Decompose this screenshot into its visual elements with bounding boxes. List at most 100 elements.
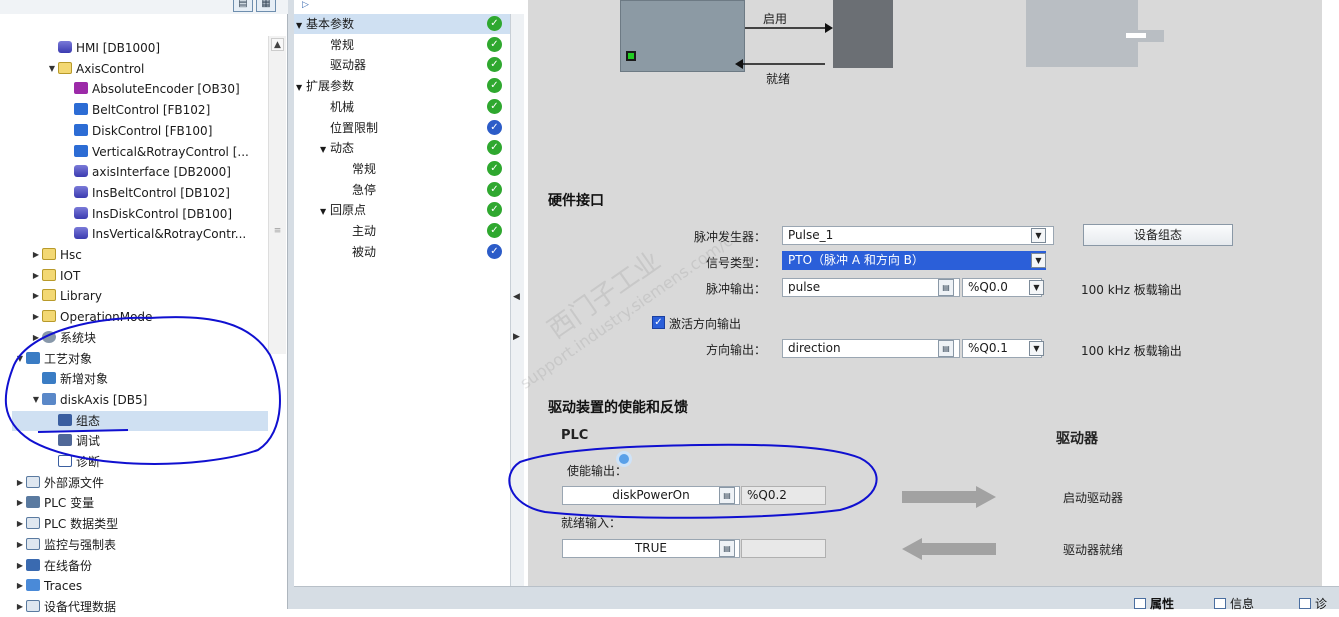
collapse-arrow-icon[interactable]: ▶ — [14, 493, 26, 513]
config-nav-item[interactable]: 被动 — [294, 242, 512, 262]
config-nav-item[interactable]: 主动 — [294, 221, 512, 241]
tree-item[interactable]: ▶ 在线备份 — [14, 556, 268, 576]
collapse-arrow-icon[interactable]: ▶ — [30, 286, 42, 306]
tree-item[interactable]: Vertical&RotrayControl [... — [62, 142, 268, 162]
collapse-arrow-icon[interactable]: ▶ — [14, 556, 26, 576]
chevron-down-icon[interactable]: ▼ — [1029, 280, 1044, 295]
config-nav-item[interactable]: 急停 — [294, 180, 512, 200]
chevron-down-icon[interactable]: ▼ — [1031, 253, 1046, 268]
tree-item[interactable]: InsVertical&RotrayContr... — [62, 224, 268, 244]
tree-item[interactable]: HMI [DB1000] — [46, 38, 268, 58]
tree-scrollbar[interactable]: ▲ ≡ — [268, 36, 286, 354]
editor-scrollbar[interactable] — [1322, 0, 1339, 586]
config-nav-item[interactable]: ▼ 回原点 — [294, 200, 512, 220]
enable-direction-checkbox[interactable]: ✓ — [652, 316, 665, 329]
tree-item[interactable]: InsBeltControl [DB102] — [62, 183, 268, 203]
expand-arrow-icon[interactable]: ▼ — [46, 59, 58, 79]
collapse-arrow-icon[interactable]: ▶ — [14, 535, 26, 555]
tree-item-label: HMI [DB1000] — [76, 41, 161, 55]
tree-item[interactable]: 调试 — [46, 431, 268, 451]
ready-input-address — [741, 539, 826, 558]
tree-item-label: 设备代理数据 — [44, 599, 117, 614]
tag-browse-icon[interactable]: ▤ — [938, 279, 954, 296]
pulse-output-field[interactable]: pulse — [782, 278, 960, 297]
tree-item[interactable]: ▶ 外部源文件 — [14, 473, 268, 493]
tree-item[interactable]: InsDiskControl [DB100] — [62, 204, 268, 224]
config-nav-item[interactable]: 常规 — [294, 35, 512, 55]
config-nav-item[interactable]: 驱动器 — [294, 55, 512, 75]
tag-browse-icon[interactable]: ▤ — [719, 540, 735, 557]
tree-item[interactable]: ▶ IOT — [30, 266, 268, 286]
collapse-arrow-icon[interactable]: ▶ — [30, 266, 42, 286]
tree-item[interactable]: ▼ AxisControl — [46, 59, 268, 79]
tree-item[interactable]: 新增对象 — [30, 369, 268, 389]
enable-drive-label: 启动驱动器 — [1063, 491, 1124, 505]
tree-item[interactable]: ▶ 系统块 — [30, 328, 268, 348]
tag-browse-icon[interactable]: ▤ — [719, 487, 735, 504]
tree-item[interactable]: DiskControl [FB100] — [62, 121, 268, 141]
tree-item[interactable]: ▼ 工艺对象 — [14, 349, 268, 369]
tree-item[interactable]: ▶ Library — [30, 286, 268, 306]
ob-icon — [74, 82, 88, 95]
tree-item[interactable]: ▼ diskAxis [DB5] — [30, 390, 268, 410]
expand-arrow-icon[interactable]: ▼ — [320, 140, 330, 160]
expand-arrow-icon[interactable]: ▶ — [513, 332, 520, 342]
tree-item[interactable]: ▶ 设备代理数据 — [14, 597, 268, 617]
direction-output-field[interactable]: direction — [782, 339, 960, 358]
device-config-button[interactable]: 设备组态 — [1083, 224, 1233, 246]
nav-top-arrow-icon[interactable]: ▷ — [294, 0, 516, 14]
details-view-icon[interactable]: ▦ — [256, 0, 276, 12]
db-icon — [74, 185, 88, 198]
collapse-arrow-icon[interactable]: ◀ — [513, 292, 520, 302]
config-nav-item[interactable]: 位置限制 — [294, 118, 512, 138]
expand-arrow-icon[interactable]: ▼ — [30, 390, 42, 410]
config-nav-item[interactable]: 常规 — [294, 159, 512, 179]
collapse-arrow-icon[interactable]: ▶ — [30, 245, 42, 265]
enable-output-field[interactable]: diskPowerOn — [562, 486, 740, 505]
technology-object-icon — [26, 351, 40, 364]
collapse-arrow-icon[interactable]: ▶ — [30, 307, 42, 327]
tree-item[interactable]: ▶ 监控与强制表 — [14, 535, 268, 555]
pulse-generator-select[interactable]: Pulse_1 — [782, 226, 1054, 245]
hardware-interface-title: 硬件接口 — [548, 193, 604, 209]
collapse-arrow-icon[interactable]: ▶ — [14, 514, 26, 534]
scroll-grip-icon[interactable]: ≡ — [272, 224, 283, 238]
expand-arrow-icon[interactable]: ▼ — [296, 16, 306, 36]
tree-item[interactable]: axisInterface [DB2000] — [62, 162, 268, 182]
plc-header: PLC — [561, 428, 589, 443]
tree-item[interactable]: ▶ OperationMode — [30, 307, 268, 327]
tag-browse-icon[interactable]: ▤ — [938, 340, 954, 357]
ready-input-label: 就绪输入： — [561, 516, 622, 530]
ready-input-field[interactable]: TRUE — [562, 539, 740, 558]
collapse-arrow-icon[interactable]: ▶ — [14, 473, 26, 493]
chevron-down-icon[interactable]: ▼ — [1031, 228, 1046, 243]
config-nav-item[interactable]: 机械 — [294, 97, 512, 117]
collapse-arrow-icon[interactable]: ▶ — [14, 576, 26, 596]
tree-item[interactable]: ▶ Traces — [14, 576, 268, 596]
signal-type-select[interactable]: PTO（脉冲 A 和方向 B） — [782, 251, 1046, 270]
ready-arrow-icon — [902, 538, 996, 560]
nav-splitter[interactable]: ◀ ▶ — [510, 14, 524, 609]
tree-item[interactable]: ▶ PLC 变量 — [14, 493, 268, 513]
tree-item-label: 新增对象 — [60, 372, 109, 387]
config-nav-item[interactable]: ▼ 扩展参数 — [294, 76, 512, 96]
expand-arrow-icon[interactable]: ▼ — [320, 202, 330, 222]
tree-item[interactable]: 组态 — [12, 410, 268, 431]
tree-item[interactable]: ▶ PLC 数据类型 — [14, 514, 268, 534]
tree-item[interactable]: BeltControl [FB102] — [62, 100, 268, 120]
scroll-up-icon[interactable]: ▲ — [271, 38, 284, 51]
config-nav-item[interactable]: ▼ 基本参数 — [294, 14, 512, 34]
folder-icon — [42, 248, 56, 260]
chevron-down-icon[interactable]: ▼ — [1029, 341, 1044, 356]
config-nav-label: 驱动器 — [330, 58, 367, 73]
tree-item[interactable]: AbsoluteEncoder [OB30] — [62, 79, 268, 99]
tree-item[interactable]: ▶ Hsc — [30, 245, 268, 265]
tree-item[interactable]: 诊断 — [46, 452, 268, 472]
collapse-arrow-icon[interactable]: ▶ — [14, 597, 26, 617]
config-nav-item[interactable]: ▼ 动态 — [294, 138, 512, 158]
overview-view-icon[interactable]: ▤ — [233, 0, 253, 12]
expand-arrow-icon[interactable]: ▼ — [296, 78, 306, 98]
collapse-arrow-icon[interactable]: ▶ — [30, 328, 42, 348]
info-icon — [1214, 598, 1226, 609]
expand-arrow-icon[interactable]: ▼ — [14, 349, 26, 369]
